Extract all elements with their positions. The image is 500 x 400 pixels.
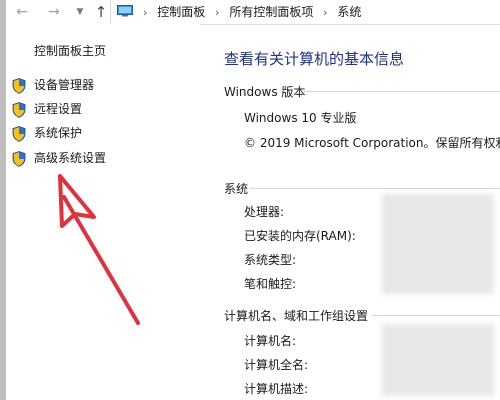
sidebar-item-advanced-system-settings[interactable]: 高级系统设置 [12, 148, 106, 168]
back-button[interactable]: ← [14, 2, 30, 22]
ram-label: 已安装的内存(RAM): [244, 229, 356, 243]
section-heading-computer-name: 计算机名、域和工作组设置 [224, 309, 369, 323]
sidebar-item-label: 设备管理器 [34, 78, 95, 92]
main-content: 查看有关计算机的基本信息 Windows 版本 Windows 10 专业版 ©… [200, 24, 500, 400]
sidebar-item-label: 远程设置 [34, 102, 83, 116]
recent-locations-chevron-icon[interactable]: ▼ [74, 2, 86, 22]
copyright-text: © 2019 Microsoft Corporation。保留所有权利 [244, 136, 500, 150]
sidebar: 控制面板主页 设备管理器 远程设置 系统保护 高级系统设置 [6, 24, 200, 400]
shield-icon [12, 150, 26, 167]
breadcrumb-separator: › [323, 6, 328, 19]
sidebar-item-label: 高级系统设置 [34, 151, 107, 165]
computer-name-label: 计算机名: [244, 334, 297, 348]
breadcrumb-separator: › [215, 6, 220, 19]
breadcrumb-separator: › [143, 6, 148, 19]
section-divider [372, 315, 500, 316]
control-panel-home-link[interactable]: 控制面板主页 [34, 42, 106, 59]
redacted-system-values [382, 194, 494, 294]
breadcrumb-all-items[interactable]: 所有控制面板项 [229, 5, 313, 19]
up-button[interactable]: ↑ [94, 2, 108, 22]
windows-edition-value: Windows 10 专业版 [244, 111, 357, 125]
section-heading-system: 系统 [224, 182, 249, 196]
breadcrumb-system[interactable]: 系统 [337, 5, 361, 19]
control-panel-icon [117, 5, 133, 17]
sidebar-item-system-protection[interactable]: 系统保护 [12, 123, 82, 143]
address-field[interactable]: › 控制面板 › 所有控制面板项 › 系统 [110, 0, 500, 24]
pen-touch-label: 笔和触控: [244, 277, 297, 291]
processor-label: 处理器: [244, 205, 285, 219]
shield-icon [12, 77, 26, 94]
sidebar-item-label: 系统保护 [34, 126, 83, 140]
computer-description-label: 计算机描述: [244, 382, 309, 396]
sidebar-item-remote-settings[interactable]: 远程设置 [12, 99, 82, 119]
breadcrumb-control-panel[interactable]: 控制面板 [157, 5, 205, 19]
system-type-label: 系统类型: [244, 253, 297, 267]
section-divider [304, 91, 500, 92]
shield-icon [12, 125, 26, 142]
section-heading-windows-edition: Windows 版本 [224, 85, 306, 99]
full-computer-name-label: 计算机全名: [244, 358, 309, 372]
forward-button[interactable]: → [46, 2, 62, 22]
redacted-computer-values [382, 324, 494, 396]
breadcrumb: › 控制面板 › 所有控制面板项 › 系统 [137, 0, 361, 24]
page-title: 查看有关计算机的基本信息 [224, 50, 405, 68]
shield-icon [12, 101, 26, 118]
sidebar-item-device-manager[interactable]: 设备管理器 [12, 75, 94, 95]
section-divider [250, 188, 500, 189]
address-bar: ← → ▼ ↑ › 控制面板 › 所有控制面板项 › 系统 [6, 0, 500, 25]
